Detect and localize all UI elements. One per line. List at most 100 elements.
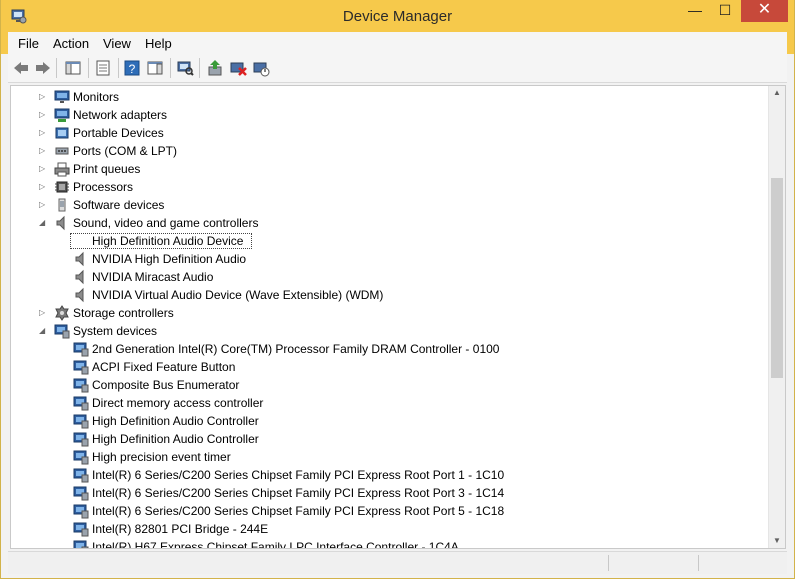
tree-device-item[interactable]: NVIDIA Miracast Audio bbox=[11, 268, 785, 286]
show-hide-console-tree-icon[interactable] bbox=[64, 59, 82, 77]
tree-device-item[interactable]: High Definition Audio Controller bbox=[11, 412, 785, 430]
expand-arrow-icon[interactable]: ▷ bbox=[39, 182, 47, 192]
tree-item-label: Composite Bus Enumerator bbox=[92, 378, 240, 392]
tree-category[interactable]: ▷ Print queues bbox=[11, 160, 785, 178]
maximize-button[interactable]: ☐ bbox=[711, 0, 739, 22]
update-driver-icon[interactable] bbox=[206, 59, 224, 77]
tree-device-item[interactable]: 2nd Generation Intel(R) Core(TM) Process… bbox=[11, 340, 785, 358]
tree-item-label: Intel(R) 6 Series/C200 Series Chipset Fa… bbox=[92, 486, 505, 500]
expand-arrow-icon[interactable]: ▷ bbox=[39, 110, 47, 120]
expand-arrow-icon[interactable]: ▷ bbox=[39, 200, 47, 210]
tree-item-label: NVIDIA High Definition Audio bbox=[92, 252, 247, 266]
tree-item-label: High Definition Audio Controller bbox=[92, 414, 259, 428]
tree-device-item[interactable]: High precision event timer bbox=[11, 448, 785, 466]
menu-help[interactable]: Help bbox=[145, 36, 172, 51]
network-adapter-icon bbox=[54, 108, 70, 122]
tree-item-label: Intel(R) H67 Express Chipset Family LPC … bbox=[92, 540, 459, 549]
system-device-icon bbox=[73, 468, 89, 483]
forward-icon[interactable] bbox=[34, 59, 52, 77]
menu-view[interactable]: View bbox=[103, 36, 131, 51]
expand-arrow-icon[interactable]: ▷ bbox=[39, 146, 47, 156]
tree-device-item[interactable]: High Definition Audio Controller bbox=[11, 430, 785, 448]
port-icon bbox=[55, 147, 69, 155]
scan-hardware-icon[interactable] bbox=[176, 59, 194, 77]
tree-item-label: Intel(R) 6 Series/C200 Series Chipset Fa… bbox=[92, 468, 505, 482]
tree-category[interactable]: ◢ Sound, video and game controllers bbox=[11, 214, 785, 232]
portable-device-icon bbox=[55, 127, 69, 139]
tree-device-item[interactable]: ACPI Fixed Feature Button bbox=[11, 358, 785, 376]
tree-device-item[interactable]: Intel(R) 82801 PCI Bridge - 244E bbox=[11, 520, 785, 538]
uninstall-device-icon[interactable] bbox=[229, 59, 247, 77]
tree-category[interactable]: ▷ Processors bbox=[11, 178, 785, 196]
speaker-icon bbox=[56, 215, 65, 231]
device-manager-window: Device Manager — ☐ ✕ File Action View He… bbox=[0, 0, 795, 579]
expand-arrow-icon[interactable]: ▷ bbox=[39, 128, 47, 138]
expand-arrow-icon[interactable]: ▷ bbox=[39, 164, 47, 174]
tree-item-label: Intel(R) 6 Series/C200 Series Chipset Fa… bbox=[92, 504, 505, 518]
tree-device-item[interactable]: Intel(R) 6 Series/C200 Series Chipset Fa… bbox=[11, 466, 785, 484]
tree-item-label: Software devices bbox=[73, 198, 165, 212]
collapse-arrow-icon[interactable]: ◢ bbox=[39, 326, 47, 336]
tree-category[interactable]: ◢ System devices bbox=[11, 322, 785, 340]
system-device-icon bbox=[73, 360, 89, 375]
menu-action[interactable]: Action bbox=[53, 36, 89, 51]
tree-device-item[interactable]: High Definition Audio Device bbox=[11, 232, 785, 250]
tree-category[interactable]: ▷ Monitors bbox=[11, 88, 785, 106]
tree-category[interactable]: ▷ Storage controllers bbox=[11, 304, 785, 322]
svg-text:?: ? bbox=[129, 62, 136, 76]
disable-device-icon[interactable] bbox=[252, 59, 270, 77]
tree-device-item[interactable]: Direct memory access controller bbox=[11, 394, 785, 412]
scroll-down-arrow[interactable]: ▼ bbox=[769, 534, 785, 548]
system-device-icon bbox=[73, 378, 89, 393]
tree-item-label: NVIDIA Miracast Audio bbox=[92, 270, 214, 284]
close-button[interactable]: ✕ bbox=[741, 0, 788, 22]
tree-device-item[interactable]: NVIDIA Virtual Audio Device (Wave Extens… bbox=[11, 286, 785, 304]
tree-device-item[interactable]: Intel(R) 6 Series/C200 Series Chipset Fa… bbox=[11, 502, 785, 520]
system-device-icon bbox=[73, 486, 89, 501]
tree-category[interactable]: ▷ Network adapters bbox=[11, 106, 785, 124]
storage-controller-icon bbox=[55, 305, 69, 321]
menu-file[interactable]: File bbox=[18, 36, 39, 51]
system-device-icon bbox=[73, 432, 89, 447]
tree-device-item[interactable]: Composite Bus Enumerator bbox=[11, 376, 785, 394]
tree-item-label: Print queues bbox=[73, 162, 141, 176]
tree-device-item[interactable]: Intel(R) H67 Express Chipset Family LPC … bbox=[11, 538, 785, 549]
system-device-icon bbox=[73, 504, 89, 519]
menu-bar: File Action View Help bbox=[1, 32, 794, 54]
device-tree[interactable]: ▷ Monitors ▷ Network adapters ▷ Portable Devi… bbox=[10, 85, 786, 549]
tree-item-label: Direct memory access controller bbox=[92, 396, 264, 410]
tree-item-label: 2nd Generation Intel(R) Core(TM) Process… bbox=[92, 342, 500, 356]
speaker-icon bbox=[75, 287, 84, 303]
help-icon[interactable]: ? bbox=[123, 59, 141, 77]
collapse-arrow-icon[interactable]: ◢ bbox=[39, 218, 47, 228]
speaker-icon bbox=[75, 251, 84, 267]
tree-device-item[interactable]: NVIDIA High Definition Audio bbox=[11, 250, 785, 268]
action-pane-icon[interactable] bbox=[146, 59, 164, 77]
tree-item-label: High precision event timer bbox=[92, 450, 231, 464]
minimize-button[interactable]: — bbox=[681, 0, 709, 22]
back-icon[interactable] bbox=[12, 59, 30, 77]
tree-item-label: NVIDIA Virtual Audio Device (Wave Extens… bbox=[92, 288, 384, 302]
tree-item-label: Sound, video and game controllers bbox=[73, 216, 259, 230]
processor-icon bbox=[55, 181, 69, 193]
tree-item-label: Monitors bbox=[73, 90, 120, 104]
system-device-icon bbox=[73, 396, 89, 411]
tree-category[interactable]: ▷ Portable Devices bbox=[11, 124, 785, 142]
tree-category[interactable]: ▷ Software devices bbox=[11, 196, 785, 214]
scroll-up-arrow[interactable]: ▲ bbox=[769, 86, 785, 100]
properties-icon[interactable] bbox=[94, 59, 112, 77]
tree-item-label: High Definition Audio Controller bbox=[92, 432, 259, 446]
software-device-icon bbox=[58, 198, 66, 212]
title-bar[interactable]: Device Manager — ☐ ✕ bbox=[1, 0, 794, 32]
system-device-icon bbox=[54, 324, 70, 339]
tree-device-item[interactable]: Intel(R) 6 Series/C200 Series Chipset Fa… bbox=[11, 484, 785, 502]
expand-arrow-icon[interactable]: ▷ bbox=[39, 308, 47, 318]
system-device-icon bbox=[73, 540, 89, 548]
vertical-scrollbar[interactable]: ▲ ▼ bbox=[768, 86, 785, 548]
tree-item-label: Portable Devices bbox=[73, 126, 164, 140]
tree-item-label: Ports (COM & LPT) bbox=[73, 144, 178, 158]
expand-arrow-icon[interactable]: ▷ bbox=[39, 92, 47, 102]
tree-item-label: Intel(R) 82801 PCI Bridge - 244E bbox=[92, 522, 269, 536]
scrollbar-thumb[interactable] bbox=[771, 178, 783, 378]
tree-category[interactable]: ▷ Ports (COM & LPT) bbox=[11, 142, 785, 160]
